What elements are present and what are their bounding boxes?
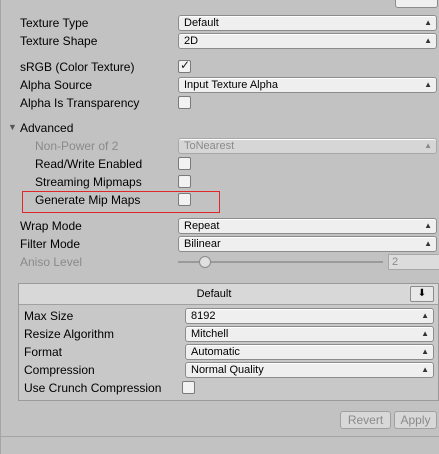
max-size-value: 8192 bbox=[191, 310, 216, 322]
top-partial-dropdown[interactable] bbox=[395, 0, 438, 8]
dropdown-arrow-icon: ▲︎ bbox=[421, 329, 429, 338]
srgb-row: sRGB (Color Texture) ✓ bbox=[0, 58, 439, 76]
resize-value: Mitchell bbox=[191, 328, 229, 340]
dropdown-arrow-icon: ▲︎ bbox=[424, 36, 432, 45]
texture-type-value: Default bbox=[184, 17, 219, 29]
read-write-row: Read/Write Enabled bbox=[0, 155, 439, 173]
texture-type-dropdown[interactable]: Default ▲︎ bbox=[178, 15, 437, 31]
alpha-source-dropdown[interactable]: Input Texture Alpha ▲︎ bbox=[178, 77, 437, 93]
srgb-checkbox[interactable]: ✓ bbox=[178, 58, 191, 73]
npot-row: Non-Power of 2 ToNearest ▲︎ bbox=[0, 137, 439, 155]
apply-button[interactable]: Apply bbox=[394, 411, 437, 429]
checkmark-icon: ✓ bbox=[180, 58, 191, 72]
platform-tab-header: Default ⬇ bbox=[19, 284, 438, 305]
crunch-row: Use Crunch Compression bbox=[19, 379, 438, 397]
texture-type-row: Texture Type Default ▲︎ bbox=[0, 14, 439, 32]
wrap-mode-label: Wrap Mode bbox=[20, 219, 82, 233]
filter-mode-label: Filter Mode bbox=[20, 237, 81, 251]
compression-value: Normal Quality bbox=[191, 364, 264, 376]
compression-row: Compression Normal Quality ▲︎ bbox=[19, 361, 438, 379]
alpha-transparency-checkbox[interactable] bbox=[178, 96, 191, 109]
panel-bottom-border bbox=[0, 436, 439, 437]
advanced-foldout[interactable]: ▼ Advanced bbox=[0, 119, 439, 137]
dropdown-arrow-icon: ▲︎ bbox=[424, 18, 432, 27]
read-write-label: Read/Write Enabled bbox=[35, 157, 143, 171]
format-row: Format Automatic ▲︎ bbox=[19, 343, 438, 361]
read-write-checkbox[interactable] bbox=[178, 157, 191, 170]
format-dropdown[interactable]: Automatic ▲︎ bbox=[185, 344, 434, 360]
alpha-source-label: Alpha Source bbox=[20, 78, 93, 92]
dropdown-arrow-icon: ▲︎ bbox=[424, 141, 432, 150]
max-size-label: Max Size bbox=[24, 309, 74, 323]
alpha-transparency-label: Alpha Is Transparency bbox=[20, 96, 140, 110]
streaming-row: Streaming Mipmaps bbox=[0, 173, 439, 191]
texture-shape-dropdown[interactable]: 2D ▲︎ bbox=[178, 33, 437, 49]
format-value: Automatic bbox=[191, 346, 240, 358]
foldout-arrow-icon: ▼ bbox=[8, 122, 17, 132]
advanced-label: Advanced bbox=[20, 121, 74, 135]
srgb-label: sRGB (Color Texture) bbox=[20, 60, 135, 74]
filter-mode-value: Bilinear bbox=[184, 238, 221, 250]
format-label: Format bbox=[24, 345, 63, 359]
filter-mode-row: Filter Mode Bilinear ▲︎ bbox=[0, 235, 439, 253]
aniso-label: Aniso Level bbox=[20, 255, 83, 269]
dropdown-arrow-icon: ▲︎ bbox=[421, 365, 429, 374]
crunch-label: Use Crunch Compression bbox=[24, 381, 162, 395]
download-icon[interactable]: ⬇ bbox=[410, 286, 434, 302]
crunch-checkbox[interactable] bbox=[182, 381, 195, 394]
npot-value: ToNearest bbox=[184, 140, 235, 152]
platform-settings-box: Default ⬇ Max Size 8192 ▲︎ Resize Algori… bbox=[18, 283, 439, 401]
dropdown-arrow-icon: ▲︎ bbox=[424, 221, 432, 230]
wrap-mode-row: Wrap Mode Repeat ▲︎ bbox=[0, 217, 439, 235]
dropdown-arrow-icon: ▲︎ bbox=[424, 239, 432, 248]
texture-shape-value: 2D bbox=[184, 35, 199, 47]
texture-shape-row: Texture Shape 2D ▲︎ bbox=[0, 32, 439, 50]
resize-dropdown[interactable]: Mitchell ▲︎ bbox=[185, 326, 434, 342]
alpha-source-row: Alpha Source Input Texture Alpha ▲︎ bbox=[0, 76, 439, 94]
npot-label: Non-Power of 2 bbox=[35, 139, 119, 153]
filter-mode-dropdown[interactable]: Bilinear ▲︎ bbox=[178, 236, 437, 252]
alpha-source-value: Input Texture Alpha bbox=[184, 79, 278, 91]
compression-label: Compression bbox=[24, 363, 95, 377]
texture-import-settings: Texture Type Default ▲︎ Texture Shape 2D… bbox=[0, 0, 439, 454]
npot-dropdown: ToNearest ▲︎ bbox=[178, 138, 437, 154]
dropdown-arrow-icon: ▲︎ bbox=[421, 347, 429, 356]
resize-label: Resize Algorithm bbox=[24, 327, 115, 341]
compression-dropdown[interactable]: Normal Quality ▲︎ bbox=[185, 362, 434, 378]
max-size-dropdown[interactable]: 8192 ▲︎ bbox=[185, 308, 434, 324]
wrap-mode-dropdown[interactable]: Repeat ▲︎ bbox=[178, 218, 437, 234]
dropdown-arrow-icon: ▲︎ bbox=[424, 80, 432, 89]
aniso-value-field: 2 bbox=[388, 254, 439, 270]
streaming-checkbox[interactable] bbox=[178, 175, 191, 188]
alpha-transparency-row: Alpha Is Transparency bbox=[0, 94, 439, 112]
texture-type-label: Texture Type bbox=[20, 16, 89, 30]
highlight-box bbox=[22, 191, 220, 213]
dropdown-arrow-icon: ▲︎ bbox=[421, 311, 429, 320]
platform-tab-default[interactable]: Default bbox=[19, 288, 409, 300]
streaming-label: Streaming Mipmaps bbox=[35, 175, 142, 189]
aniso-slider-thumb bbox=[199, 256, 211, 268]
revert-button[interactable]: Revert bbox=[340, 411, 391, 429]
wrap-mode-value: Repeat bbox=[184, 220, 220, 232]
max-size-row: Max Size 8192 ▲︎ bbox=[19, 307, 438, 325]
resize-row: Resize Algorithm Mitchell ▲︎ bbox=[19, 325, 438, 343]
texture-shape-label: Texture Shape bbox=[20, 34, 98, 48]
